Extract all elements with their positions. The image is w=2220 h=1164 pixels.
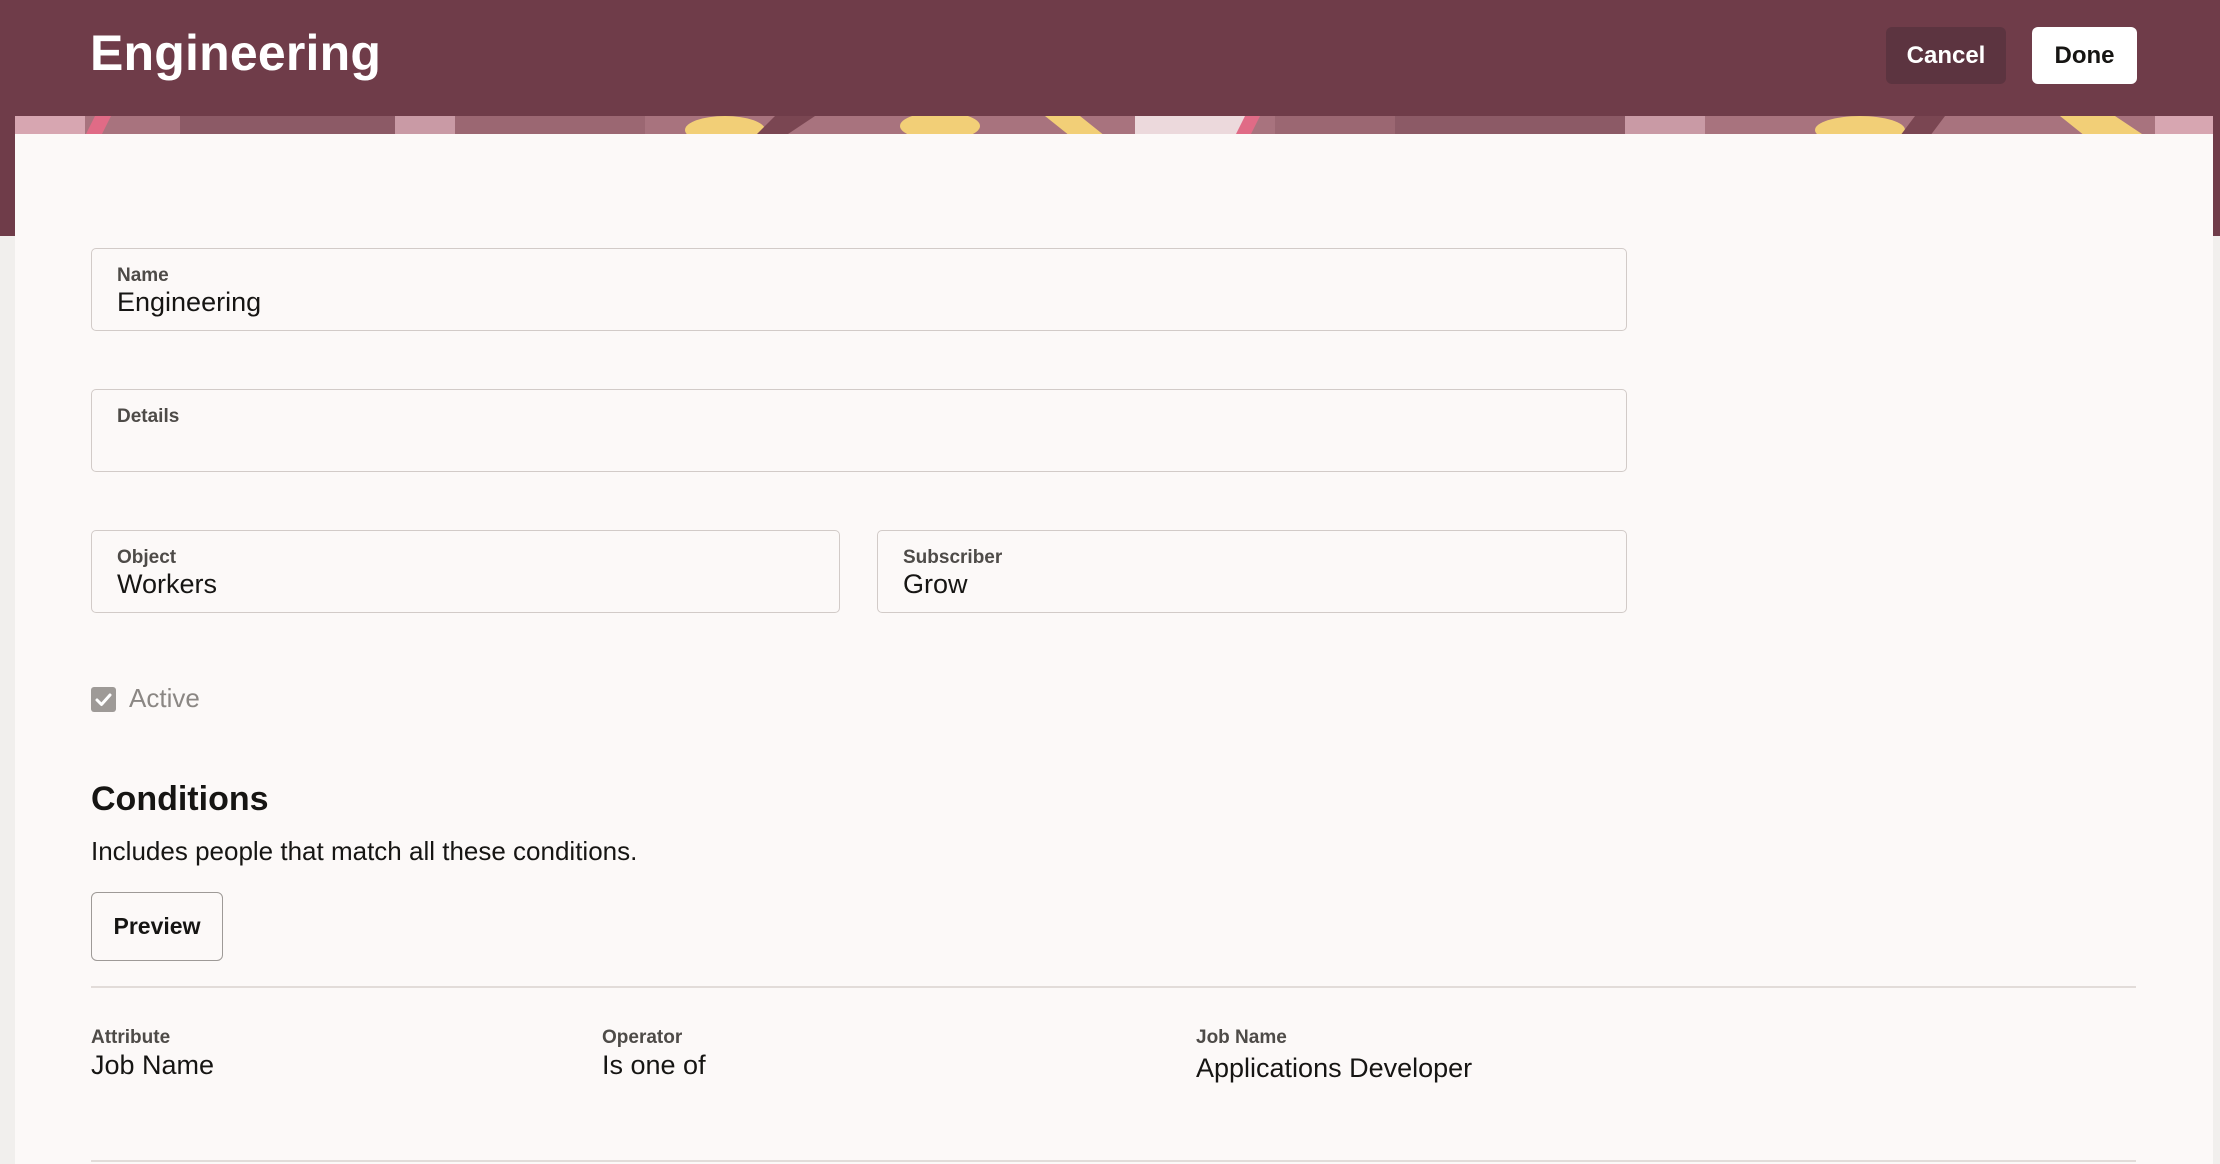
attribute-value: Job Name [91, 1050, 215, 1080]
subscriber-field[interactable]: Subscriber Grow [877, 530, 1627, 613]
form-card: Name Engineering Details Object Workers … [15, 134, 2213, 1164]
object-field[interactable]: Object Workers [91, 530, 840, 613]
operator-column-label: Operator [602, 1027, 683, 1048]
object-field-value: Workers [117, 569, 218, 599]
check-icon [95, 693, 112, 706]
job-name-column-label: Job Name [1196, 1027, 1287, 1048]
conditions-title: Conditions [91, 780, 269, 818]
decorative-banner [15, 116, 2213, 136]
name-field-value: Engineering [117, 287, 262, 317]
active-checkbox[interactable] [91, 687, 116, 712]
subscriber-field-label: Subscriber [903, 547, 1003, 568]
active-label: Active [129, 683, 200, 713]
cancel-button[interactable]: Cancel [1886, 27, 2006, 84]
details-field-label: Details [117, 406, 180, 427]
job-name-value: Applications Developer [1196, 1053, 1473, 1083]
conditions-description: Includes people that match all these con… [91, 836, 638, 866]
attribute-column-label: Attribute [91, 1027, 171, 1048]
operator-value: Is one of [602, 1050, 706, 1080]
preview-button[interactable]: Preview [91, 892, 223, 961]
page-title: Engineering [90, 25, 382, 81]
done-button[interactable]: Done [2032, 27, 2137, 84]
name-field[interactable]: Name Engineering [91, 248, 1627, 331]
object-field-label: Object [117, 547, 177, 568]
details-field[interactable]: Details [91, 389, 1627, 472]
conditions-divider-top [91, 986, 2136, 988]
subscriber-field-value: Grow [903, 569, 968, 599]
name-field-label: Name [117, 265, 169, 286]
conditions-divider-bottom [91, 1160, 2136, 1162]
